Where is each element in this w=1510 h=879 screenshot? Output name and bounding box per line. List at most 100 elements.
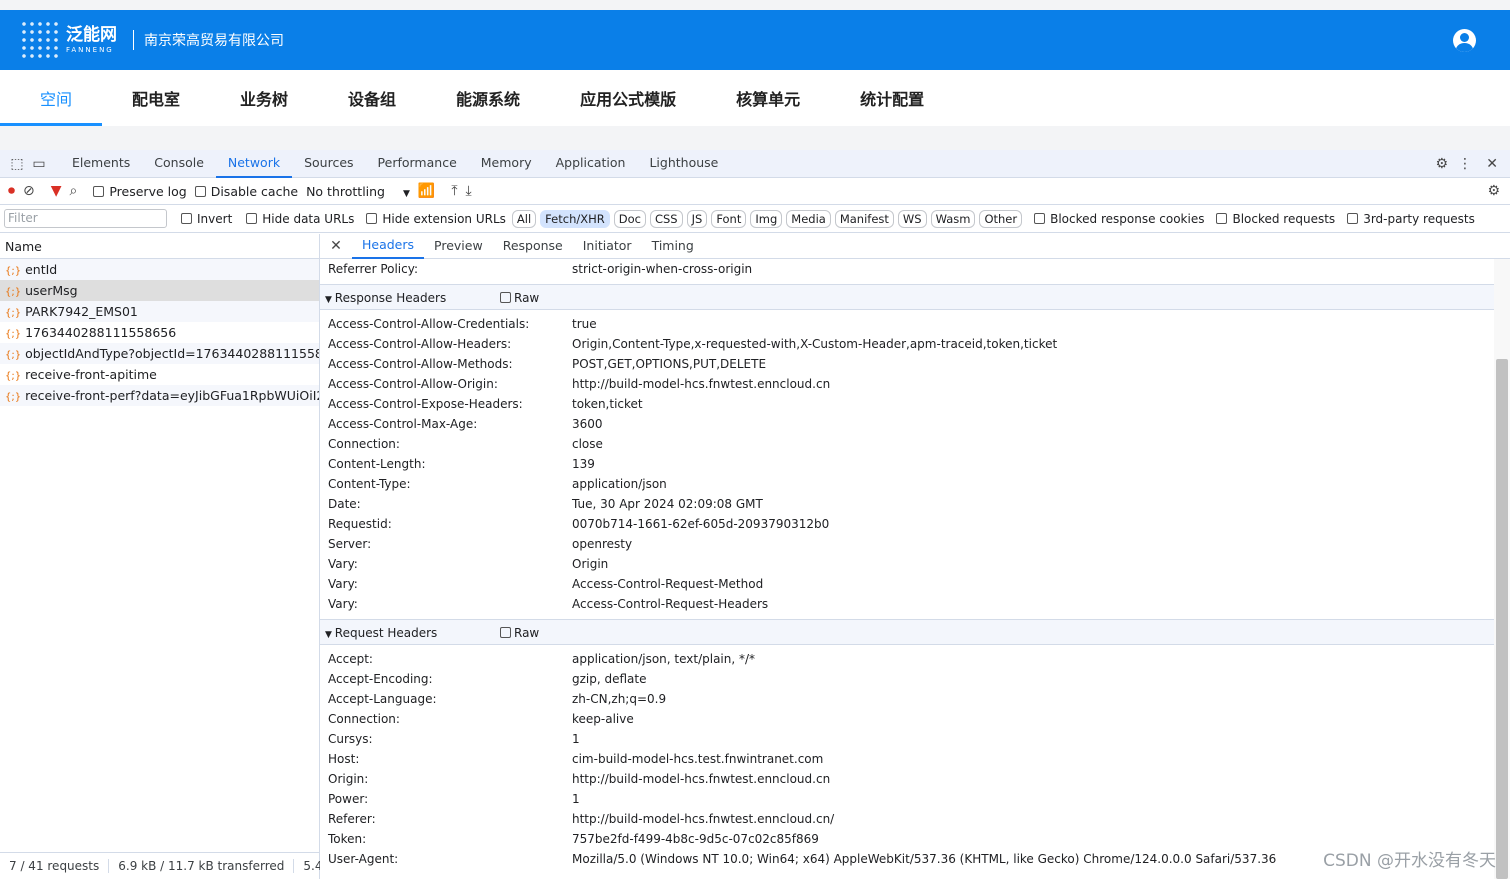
logo[interactable]: 泛能网 FANNENG <box>20 20 117 60</box>
detail-tab-preview[interactable]: Preview <box>424 234 493 258</box>
collapse-arrow-icon[interactable]: ▼ <box>325 295 335 305</box>
user-avatar-icon[interactable] <box>1453 29 1476 52</box>
header-value: keep-alive <box>572 712 634 726</box>
header-name: Accept-Encoding: <box>328 672 433 686</box>
detail-tab-initiator[interactable]: Initiator <box>573 234 642 258</box>
network-settings-icon[interactable]: ⚙ <box>1487 183 1500 199</box>
brand-name: 泛能网 <box>66 24 117 45</box>
tab-memory[interactable]: Memory <box>469 149 544 178</box>
header-value: strict-origin-when-cross-origin <box>572 262 753 276</box>
type-filter-fetch-xhr[interactable]: Fetch/XHR <box>540 209 610 228</box>
request-row[interactable]: {;} receive-front-apitime <box>0 364 319 385</box>
throttling-select[interactable]: No throttling ▼ <box>306 184 410 199</box>
request-row[interactable]: {;} 1763440288111558656 <box>0 322 319 343</box>
header-value: Access-Control-Request-Headers <box>572 597 769 611</box>
filter-input[interactable]: Filter <box>4 209 167 228</box>
export-har-icon[interactable]: ⤓ <box>466 183 472 199</box>
tab-network[interactable]: Network <box>215 149 293 178</box>
request-headers-section[interactable]: ▼ Request Headers Raw <box>320 619 1494 645</box>
device-toolbar-icon[interactable]: ▭ <box>28 156 50 172</box>
request-name: entId <box>25 262 58 277</box>
header-name: Power: <box>328 792 369 806</box>
nav-item[interactable]: 能源系统 <box>426 70 550 126</box>
tab-performance[interactable]: Performance <box>366 149 469 178</box>
raw-checkbox[interactable]: Raw <box>500 620 539 646</box>
nav-item[interactable]: 统计配置 <box>830 70 954 126</box>
raw-checkbox[interactable]: Raw <box>500 285 539 311</box>
header-row: Power: 1 <box>320 789 1494 809</box>
request-row[interactable]: {;} objectIdAndType?objectId=176344028811… <box>0 343 319 364</box>
request-row[interactable]: {;} entId <box>0 259 319 280</box>
xhr-icon: {;} <box>5 287 22 298</box>
clear-icon[interactable]: ⊘ <box>23 183 35 199</box>
name-column-header[interactable]: Name <box>0 234 319 259</box>
type-filter-ws[interactable]: WS <box>897 209 927 228</box>
network-toolbar: ⏺ ⊘ ▼ ⌕ Preserve log Disable cache No th… <box>0 178 1510 205</box>
tab-lighthouse[interactable]: Lighthouse <box>637 149 730 178</box>
details-scrollbar[interactable] <box>1494 259 1510 879</box>
type-filter-other[interactable]: Other <box>979 209 1023 228</box>
record-stop-icon[interactable]: ⏺ <box>8 183 15 199</box>
preserve-log-checkbox[interactable]: Preserve log <box>93 184 187 199</box>
request-row[interactable]: {;} receive-front-perf?data=eyJibGFua1Rpb… <box>0 385 319 406</box>
request-row[interactable]: {;} userMsg <box>0 280 319 301</box>
tab-elements[interactable]: Elements <box>60 149 142 178</box>
search-icon[interactable]: ⌕ <box>70 183 78 199</box>
nav-item[interactable]: 业务树 <box>210 70 318 126</box>
tab-sources[interactable]: Sources <box>292 149 365 178</box>
settings-gear-icon[interactable]: ⚙ <box>1435 156 1448 172</box>
main-nav: 空间 配电室 业务树 设备组 能源系统 应用公式模版 核算单元 统计配置 <box>0 70 1510 126</box>
type-filter-wasm[interactable]: Wasm <box>930 209 976 228</box>
header-row: Origin: http://build-model-hcs.fnwtest.en… <box>320 769 1494 789</box>
header-row: Access-Control-Allow-Credentials: true <box>320 314 1494 334</box>
nav-item[interactable]: 应用公式模版 <box>550 70 706 126</box>
more-menu-icon[interactable]: ⋮ <box>1458 156 1472 172</box>
type-filter-all[interactable]: All <box>511 209 537 228</box>
tab-application[interactable]: Application <box>544 149 638 178</box>
filter-icon[interactable]: ▼ <box>51 183 62 199</box>
header-row: Access-Control-Max-Age: 3600 <box>320 414 1494 434</box>
detail-tab-timing[interactable]: Timing <box>642 234 704 258</box>
network-conditions-icon[interactable]: 📶 <box>418 183 435 199</box>
hide-data-urls-checkbox[interactable]: Hide data URLs <box>246 212 354 226</box>
disable-cache-checkbox[interactable]: Disable cache <box>194 184 298 199</box>
invert-checkbox[interactable]: Invert <box>181 212 232 226</box>
request-row[interactable]: {;} PARK7942_EMS01 <box>0 301 319 322</box>
detail-tab-response[interactable]: Response <box>493 234 573 258</box>
type-filter-doc[interactable]: Doc <box>613 209 646 228</box>
type-filter-font[interactable]: Font <box>711 209 747 228</box>
header-row: Requestid: 0070b714-1661-62ef-605d-209379… <box>320 514 1494 534</box>
nav-item[interactable]: 设备组 <box>318 70 426 126</box>
response-headers-section[interactable]: ▼ Response Headers Raw <box>320 284 1494 310</box>
third-party-checkbox[interactable]: 3rd-party requests <box>1347 212 1475 226</box>
header-value: Tue, 30 Apr 2024 02:09:08 GMT <box>572 497 763 511</box>
app-header: 泛能网 FANNENG 南京荣高贸易有限公司 <box>0 10 1510 70</box>
nav-item[interactable]: 核算单元 <box>706 70 830 126</box>
close-details-icon[interactable]: ✕ <box>320 238 352 254</box>
type-filter-css[interactable]: CSS <box>649 209 683 228</box>
hide-extension-urls-checkbox[interactable]: Hide extension URLs <box>366 212 506 226</box>
header-name: Vary: <box>328 577 358 591</box>
section-title: Request Headers <box>334 626 438 640</box>
type-filter-img[interactable]: Img <box>750 209 783 228</box>
blocked-requests-checkbox[interactable]: Blocked requests <box>1216 212 1335 226</box>
nav-item[interactable]: 空间 <box>0 70 102 126</box>
header-value: true <box>572 317 597 331</box>
tab-console[interactable]: Console <box>142 149 216 178</box>
detail-tab-headers[interactable]: Headers <box>352 233 425 259</box>
nav-item[interactable]: 配电室 <box>102 70 210 126</box>
blocked-cookies-checkbox[interactable]: Blocked response cookies <box>1034 212 1204 226</box>
type-filter-js[interactable]: JS <box>686 209 708 228</box>
header-name: Referer: <box>328 812 376 826</box>
import-har-icon[interactable]: ⤒ <box>451 183 457 199</box>
type-filter-media[interactable]: Media <box>786 209 831 228</box>
type-filter-manifest[interactable]: Manifest <box>834 209 894 228</box>
devtools-tabs: ⬚ ▭ Elements Console Network Sources Perform… <box>0 150 1510 178</box>
inspect-element-icon[interactable]: ⬚ <box>6 156 28 172</box>
header-value: openresty <box>572 537 633 551</box>
header-row: Connection: keep-alive <box>320 709 1494 729</box>
collapse-arrow-icon[interactable]: ▼ <box>325 630 335 640</box>
raw-label: Raw <box>514 626 540 640</box>
header-name: Accept: <box>328 652 373 666</box>
close-devtools-icon[interactable]: ✕ <box>1486 156 1498 172</box>
